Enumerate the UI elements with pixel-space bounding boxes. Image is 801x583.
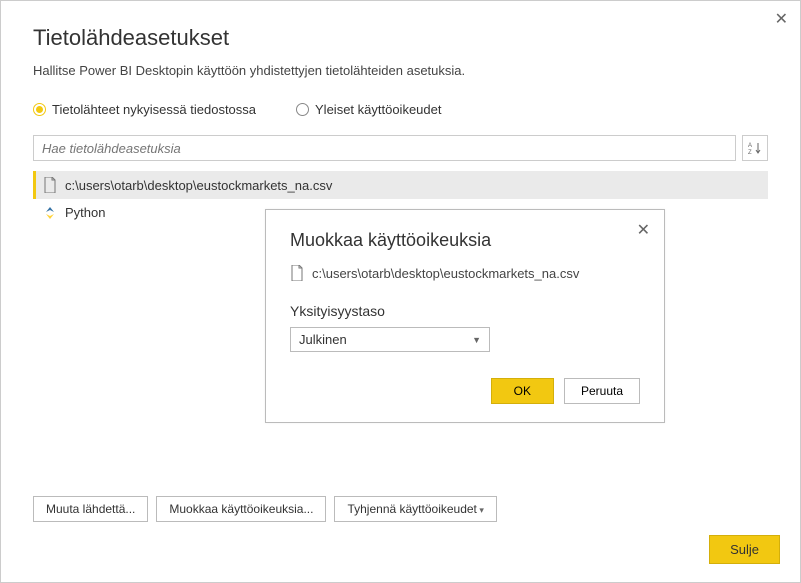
cancel-button[interactable]: Peruuta xyxy=(564,378,640,404)
radio-label: Tietolähteet nykyisessä tiedostossa xyxy=(52,102,256,117)
action-button-row: Muuta lähdettä... Muokkaa käyttöoikeuksi… xyxy=(33,496,497,522)
list-item[interactable]: c:\users\otarb\desktop\eustockmarkets_na… xyxy=(33,171,768,199)
radio-global-permissions[interactable]: Yleiset käyttöoikeudet xyxy=(296,102,441,117)
sort-button[interactable]: A Z xyxy=(742,135,768,161)
change-source-button[interactable]: Muuta lähdettä... xyxy=(33,496,148,522)
source-path: c:\users\otarb\desktop\eustockmarkets_na… xyxy=(65,178,332,193)
radio-icon-unselected xyxy=(296,103,309,116)
privacy-level-dropdown[interactable]: Julkinen ▼ xyxy=(290,327,490,352)
scope-radio-group: Tietolähteet nykyisessä tiedostossa Ylei… xyxy=(33,102,768,117)
radio-current-file[interactable]: Tietolähteet nykyisessä tiedostossa xyxy=(33,102,256,117)
sort-az-icon: A Z xyxy=(748,141,762,155)
dialog-title: Muokkaa käyttöoikeuksia xyxy=(290,230,640,251)
dialog-path-text: c:\users\otarb\desktop\eustockmarkets_na… xyxy=(312,266,579,281)
privacy-level-label: Yksityisyystaso xyxy=(290,303,640,319)
source-label: Python xyxy=(65,205,105,220)
clear-permissions-button[interactable]: Tyhjennä käyttöoikeudet xyxy=(334,496,496,522)
radio-label: Yleiset käyttöoikeudet xyxy=(315,102,441,117)
content-area: Tietolähdeasetukset Hallitse Power BI De… xyxy=(1,1,800,242)
close-row: Sulje xyxy=(709,535,780,564)
file-icon xyxy=(43,177,57,193)
search-row: A Z xyxy=(33,135,768,161)
edit-permissions-dialog: ✕ Muokkaa käyttöoikeuksia c:\users\otarb… xyxy=(265,209,665,423)
settings-window: ✕ Tietolähdeasetukset Hallitse Power BI … xyxy=(0,0,801,583)
svg-text:A: A xyxy=(748,143,752,149)
svg-text:Z: Z xyxy=(748,150,752,155)
radio-icon-selected xyxy=(33,103,46,116)
dropdown-value: Julkinen xyxy=(299,332,347,347)
chevron-down-icon: ▼ xyxy=(472,335,481,345)
dialog-close-icon[interactable]: ✕ xyxy=(637,220,650,240)
ok-button[interactable]: OK xyxy=(491,378,554,404)
edit-permissions-button[interactable]: Muokkaa käyttöoikeuksia... xyxy=(156,496,326,522)
python-icon xyxy=(43,206,57,220)
page-title: Tietolähdeasetukset xyxy=(33,25,768,51)
search-input[interactable] xyxy=(33,135,736,161)
page-subtitle: Hallitse Power BI Desktopin käyttöön yhd… xyxy=(33,63,768,78)
dialog-source-path: c:\users\otarb\desktop\eustockmarkets_na… xyxy=(290,265,640,281)
window-close-icon[interactable]: ✕ xyxy=(775,9,788,29)
file-icon xyxy=(290,265,304,281)
close-button[interactable]: Sulje xyxy=(709,535,780,564)
dialog-button-row: OK Peruuta xyxy=(290,378,640,404)
